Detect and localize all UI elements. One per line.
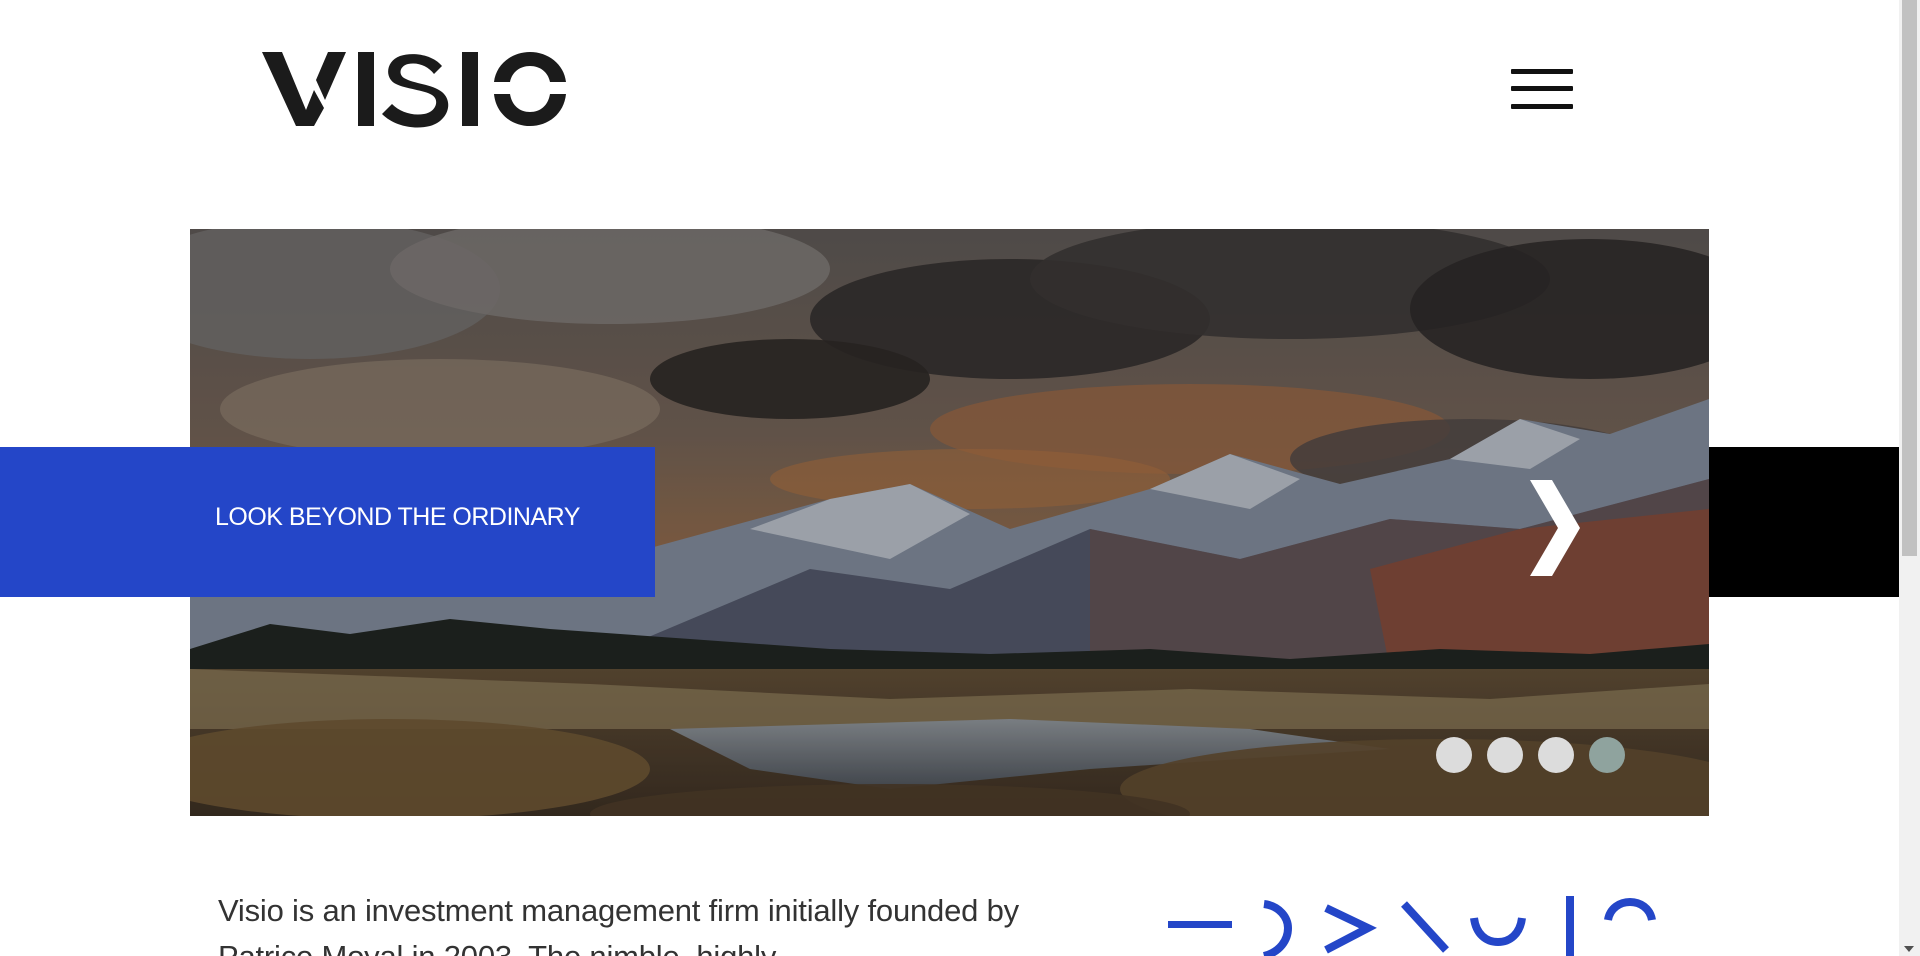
tagline-banner: LOOK BEYOND THE ORDINARY xyxy=(0,447,655,597)
slider-dots xyxy=(1436,737,1625,773)
menu-line xyxy=(1511,69,1573,74)
vertical-scrollbar[interactable] xyxy=(1899,0,1920,956)
slide-dot-1[interactable] xyxy=(1436,737,1472,773)
hamburger-menu-icon[interactable] xyxy=(1511,65,1573,113)
hero-tagline: LOOK BEYOND THE ORDINARY xyxy=(215,503,580,531)
decorative-logo-glyphs xyxy=(1168,896,1656,956)
hero-right-band xyxy=(1709,447,1899,597)
intro-paragraph: Visio is an investment management firm i… xyxy=(218,893,1019,956)
slide-dot-4-active[interactable] xyxy=(1589,737,1625,773)
page: LOOK BEYOND THE ORDINARY Visio is an inv… xyxy=(0,0,1920,956)
menu-line xyxy=(1511,104,1573,109)
visio-logo[interactable] xyxy=(262,50,567,128)
menu-line xyxy=(1511,86,1573,91)
slide-dot-3[interactable] xyxy=(1538,737,1574,773)
scrollbar-thumb[interactable] xyxy=(1902,0,1917,556)
slide-dot-2[interactable] xyxy=(1487,737,1523,773)
chevron-right-icon[interactable] xyxy=(1524,478,1584,578)
scroll-down-arrow-icon[interactable] xyxy=(1904,946,1914,952)
